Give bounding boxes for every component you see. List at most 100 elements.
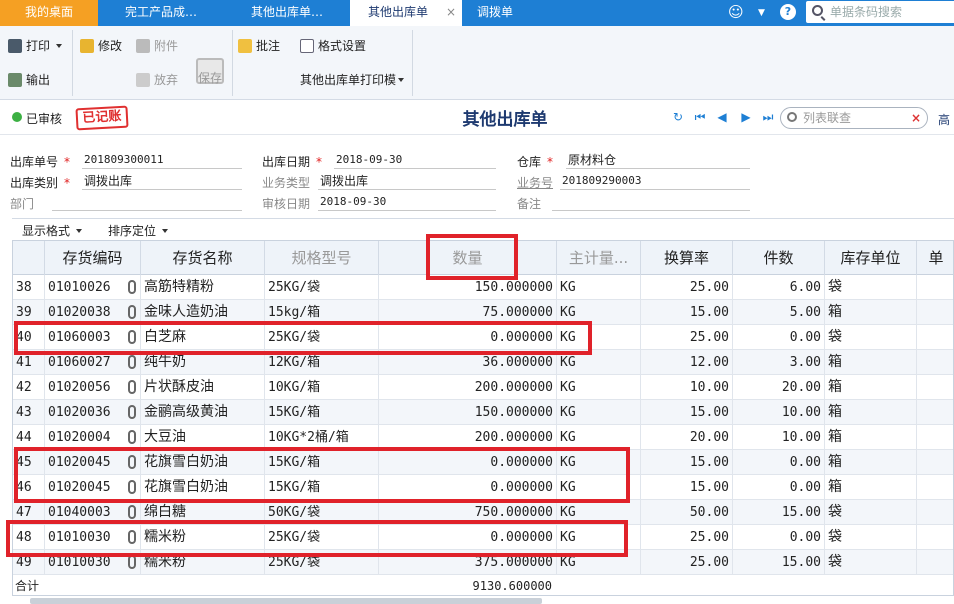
cell-qty[interactable]: 150.000000 xyxy=(379,400,557,425)
cell-pieces[interactable]: 0.00 xyxy=(733,475,825,500)
warehouse-field[interactable]: 原材料仓 xyxy=(566,152,750,169)
cell-name[interactable]: 糯米粉 xyxy=(141,550,265,575)
cell-pieces[interactable]: 0.00 xyxy=(733,450,825,475)
refresh-icon[interactable]: ↻ xyxy=(672,111,684,123)
cell-rate[interactable]: 20.00 xyxy=(641,425,733,450)
cell-code[interactable]: 01020045 xyxy=(45,475,141,500)
cell-rate[interactable]: 25.00 xyxy=(641,275,733,300)
cell-spec[interactable]: 15kg/箱 xyxy=(265,300,379,325)
cell-qty[interactable]: 0.000000 xyxy=(379,475,557,500)
cell-stock-unit[interactable]: 袋 xyxy=(825,500,917,525)
paperclip-icon[interactable] xyxy=(128,430,136,444)
cell-name[interactable]: 片状酥皮油 xyxy=(141,375,265,400)
cell-unit[interactable]: KG xyxy=(557,425,641,450)
cell-code[interactable]: 01060003 xyxy=(45,325,141,350)
cell-rate[interactable]: 25.00 xyxy=(641,525,733,550)
cell-no[interactable]: 44 xyxy=(13,425,45,450)
cell-code[interactable]: 01020036 xyxy=(45,400,141,425)
cell-no[interactable]: 43 xyxy=(13,400,45,425)
doc-no-field[interactable]: 201809300011 xyxy=(82,152,242,169)
tab-home[interactable]: 我的桌面 xyxy=(0,0,98,26)
cell-name[interactable]: 高筋特精粉 xyxy=(141,275,265,300)
cell-unit[interactable]: KG xyxy=(557,475,641,500)
biz-type-field[interactable]: 调拨出库 xyxy=(318,173,496,190)
cell-code[interactable]: 01010030 xyxy=(45,525,141,550)
col-more[interactable]: 单 xyxy=(917,241,953,275)
barcode-search-input[interactable]: 单据条码搜索 xyxy=(806,1,954,23)
clear-icon[interactable]: × xyxy=(911,108,921,128)
print-template-select[interactable]: 其他出库单打印模 xyxy=(300,70,405,90)
cell-stock-unit[interactable]: 箱 xyxy=(825,350,917,375)
cell-qty[interactable]: 200.000000 xyxy=(379,425,557,450)
cell-spec[interactable]: 15KG/箱 xyxy=(265,450,379,475)
cell-pieces[interactable]: 6.00 xyxy=(733,275,825,300)
smiley-icon[interactable]: ☺ xyxy=(728,0,748,26)
paperclip-icon[interactable] xyxy=(128,555,136,569)
next-record-icon[interactable]: ▶ xyxy=(740,111,752,123)
table-row[interactable]: 40 01060003 白芝麻 25KG/袋 0.000000 KG 25.00 0.00 袋 xyxy=(13,325,953,350)
cell-name[interactable]: 花旗雪白奶油 xyxy=(141,475,265,500)
col-stock-unit[interactable]: 库存单位 xyxy=(825,241,917,275)
cell-no[interactable]: 39 xyxy=(13,300,45,325)
cell-name[interactable]: 白芝麻 xyxy=(141,325,265,350)
cell-rate[interactable]: 15.00 xyxy=(641,450,733,475)
cell-no[interactable]: 46 xyxy=(13,475,45,500)
cell-qty[interactable]: 150.000000 xyxy=(379,275,557,300)
cell-rate[interactable]: 15.00 xyxy=(641,475,733,500)
cell-spec[interactable]: 15KG/箱 xyxy=(265,475,379,500)
date-field[interactable]: 2018-09-30 xyxy=(334,152,496,169)
cell-rate[interactable]: 12.00 xyxy=(641,350,733,375)
biz-no-field[interactable]: 201809290003 xyxy=(560,173,750,190)
cell-stock-unit[interactable]: 袋 xyxy=(825,525,917,550)
discard-button[interactable]: 放弃 xyxy=(136,70,178,90)
cell-qty[interactable]: 75.000000 xyxy=(379,300,557,325)
paperclip-icon[interactable] xyxy=(128,480,136,494)
cell-no[interactable]: 45 xyxy=(13,450,45,475)
cell-no[interactable]: 41 xyxy=(13,350,45,375)
cell-spec[interactable]: 12KG/箱 xyxy=(265,350,379,375)
display-format-menu[interactable]: 显示格式 xyxy=(22,222,83,239)
cell-stock-unit[interactable]: 箱 xyxy=(825,450,917,475)
cell-qty[interactable]: 0.000000 xyxy=(379,325,557,350)
paperclip-icon[interactable] xyxy=(128,280,136,294)
cell-unit[interactable]: KG xyxy=(557,325,641,350)
table-row[interactable]: 39 01020038 金味人造奶油 15kg/箱 75.000000 KG 15.00 5.… xyxy=(13,300,953,325)
col-unit[interactable]: 主计量... xyxy=(557,241,641,275)
cell-no[interactable]: 40 xyxy=(13,325,45,350)
cell-name[interactable]: 绵白糖 xyxy=(141,500,265,525)
cell-qty[interactable]: 36.000000 xyxy=(379,350,557,375)
cell-rate[interactable]: 10.00 xyxy=(641,375,733,400)
cell-rate[interactable]: 25.00 xyxy=(641,550,733,575)
cell-pieces[interactable]: 10.00 xyxy=(733,425,825,450)
format-settings-button[interactable]: 格式设置 xyxy=(300,36,366,56)
cell-unit[interactable]: KG xyxy=(557,550,641,575)
cell-stock-unit[interactable]: 箱 xyxy=(825,375,917,400)
cell-qty[interactable]: 0.000000 xyxy=(379,450,557,475)
cell-pieces[interactable]: 0.00 xyxy=(733,325,825,350)
cell-name[interactable]: 金鹂高级黄油 xyxy=(141,400,265,425)
cell-name[interactable]: 糯米粉 xyxy=(141,525,265,550)
cell-spec[interactable]: 25KG/袋 xyxy=(265,275,379,300)
cell-spec[interactable]: 15KG/箱 xyxy=(265,400,379,425)
table-row[interactable]: 46 01020045 花旗雪白奶油 15KG/箱 0.000000 KG 15.00 0.0… xyxy=(13,475,953,500)
col-code[interactable]: 存货编码 xyxy=(45,241,141,275)
cell-unit[interactable]: KG xyxy=(557,350,641,375)
annotate-button[interactable]: 批注 xyxy=(238,36,280,56)
cell-pieces[interactable]: 15.00 xyxy=(733,500,825,525)
output-button[interactable]: 输出 xyxy=(8,70,50,90)
cell-code[interactable]: 01060027 xyxy=(45,350,141,375)
biz-no-label[interactable]: 业务号 xyxy=(517,174,553,191)
horizontal-scrollbar[interactable] xyxy=(30,598,542,604)
paperclip-icon[interactable] xyxy=(128,455,136,469)
dept-field[interactable] xyxy=(52,194,242,211)
cell-spec[interactable]: 25KG/袋 xyxy=(265,325,379,350)
cell-unit[interactable]: KG xyxy=(557,400,641,425)
cell-rate[interactable]: 15.00 xyxy=(641,300,733,325)
cell-stock-unit[interactable]: 箱 xyxy=(825,300,917,325)
cell-unit[interactable]: KG xyxy=(557,525,641,550)
cell-pieces[interactable]: 20.00 xyxy=(733,375,825,400)
cell-stock-unit[interactable]: 袋 xyxy=(825,275,917,300)
print-button[interactable]: 打印 xyxy=(8,36,63,56)
col-pieces[interactable]: 件数 xyxy=(733,241,825,275)
cell-name[interactable]: 金味人造奶油 xyxy=(141,300,265,325)
